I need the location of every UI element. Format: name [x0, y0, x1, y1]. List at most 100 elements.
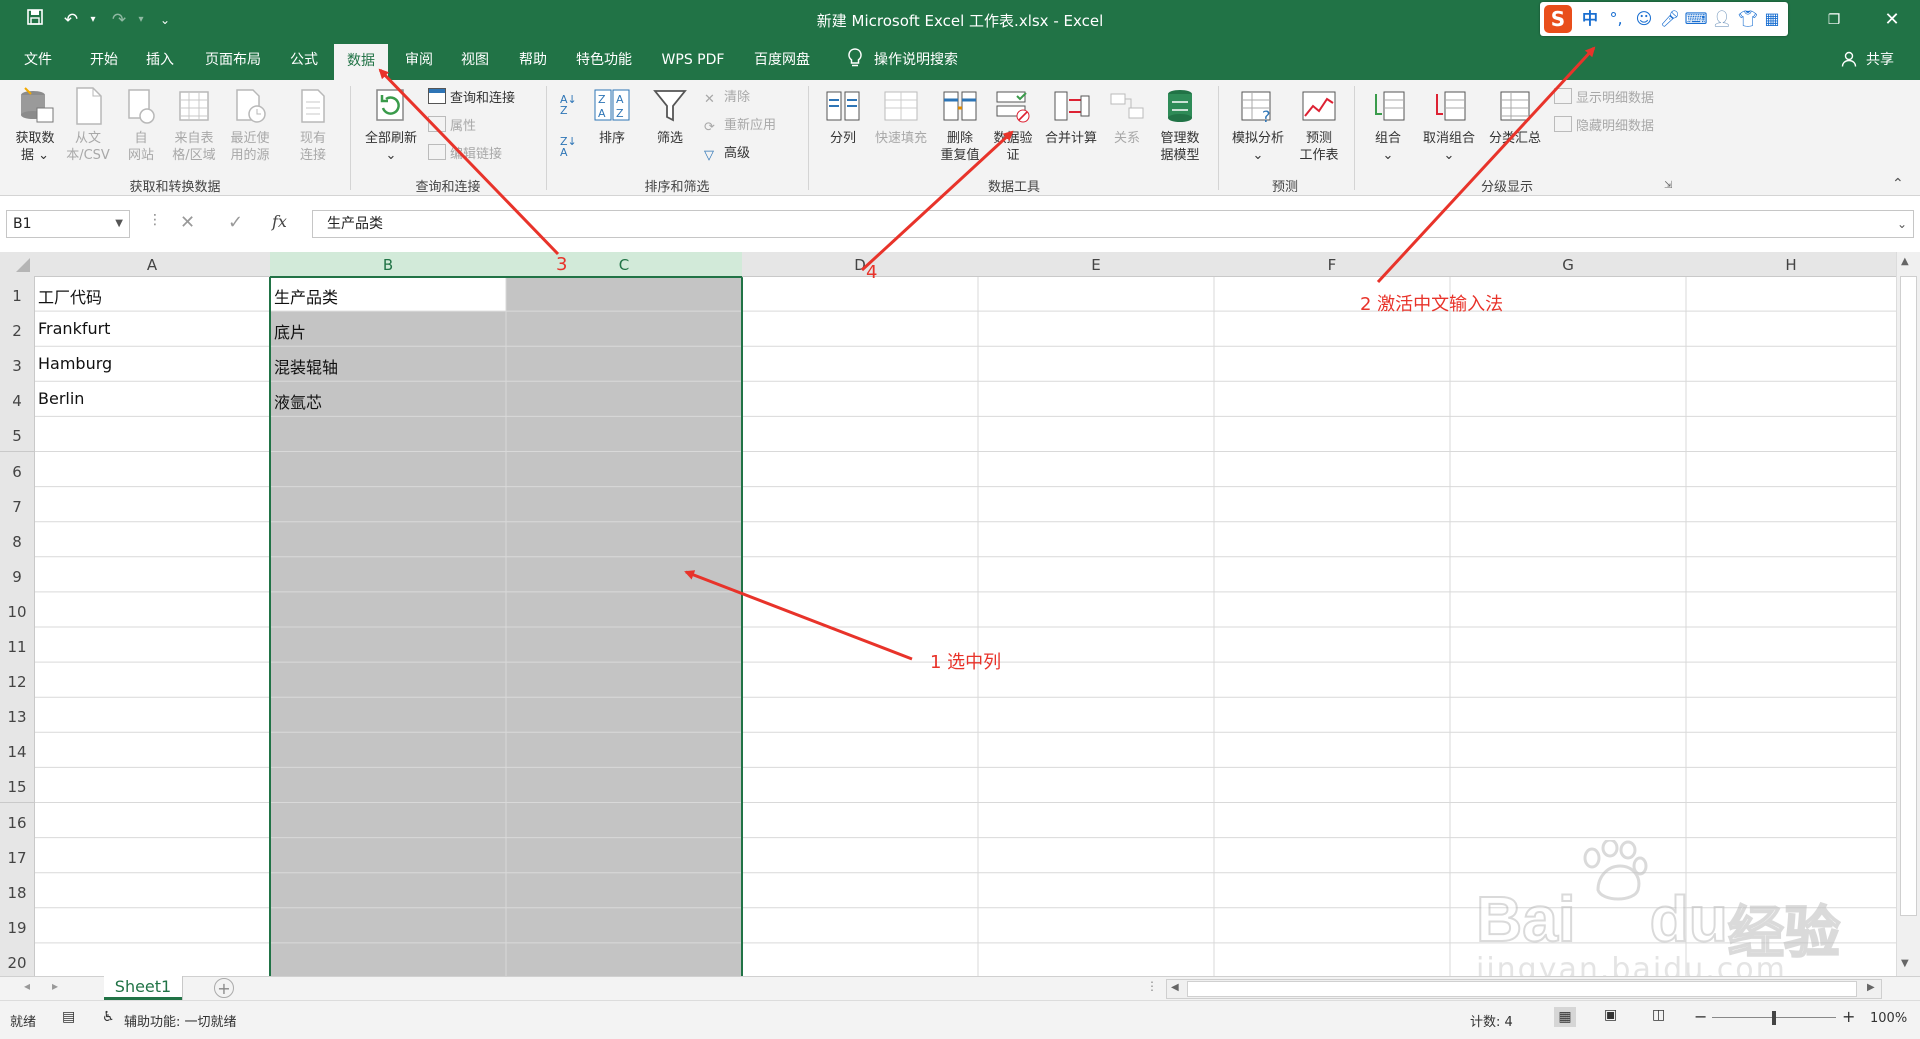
ungroup-button[interactable]: 取消组合 ⌄ — [1416, 86, 1482, 164]
row-header-17[interactable]: 17 — [0, 837, 35, 874]
data-validation-button[interactable]: 数据验 证 — [986, 86, 1040, 164]
row-header-6[interactable]: 6 — [0, 451, 35, 488]
sheet-tab-sheet1[interactable]: Sheet1 — [104, 976, 182, 1000]
dialog-launcher-icon[interactable]: ⇲ — [1664, 180, 1672, 191]
subtotal-button[interactable]: 分类汇总 — [1482, 86, 1548, 147]
macro-record-icon[interactable]: ▤ — [62, 1009, 75, 1025]
advanced-filter-button[interactable]: ▽ 高级 — [704, 144, 750, 164]
name-box[interactable]: B1 ▼ — [6, 210, 130, 238]
page-layout-view-icon[interactable]: ▣ — [1604, 1007, 1617, 1023]
tab-wps-pdf[interactable]: WPS PDF — [650, 40, 736, 80]
row-header-15[interactable]: 15 — [0, 767, 35, 804]
zoom-level[interactable]: 100% — [1870, 1011, 1907, 1026]
hide-detail-button[interactable]: 隐藏明细数据 — [1554, 116, 1654, 136]
share-button[interactable]: 共享 — [1860, 40, 1900, 80]
microphone-icon[interactable]: 🎤︎ — [1658, 8, 1682, 30]
prev-sheet-icon[interactable]: ◂ — [24, 979, 30, 993]
row-header-2[interactable]: 2 — [0, 311, 35, 348]
add-sheet-icon[interactable]: + — [214, 978, 234, 998]
select-all-corner[interactable] — [0, 252, 35, 277]
properties-button[interactable]: 属性 — [428, 116, 476, 136]
scroll-left-icon[interactable]: ◀ — [1171, 982, 1179, 993]
edit-links-button[interactable]: 编辑链接 — [428, 144, 502, 164]
column-header-a[interactable]: A — [34, 252, 271, 277]
page-break-view-icon[interactable]: ◫ — [1652, 1007, 1665, 1023]
tab-data[interactable]: 数据 — [334, 44, 388, 80]
tab-view[interactable]: 视图 — [448, 40, 502, 80]
formula-input[interactable]: 生产品类 ⌄ — [312, 210, 1914, 238]
ime-punct-label[interactable]: °, — [1604, 8, 1628, 30]
sogou-logo-icon[interactable]: S — [1544, 5, 1572, 33]
horizontal-scrollbar[interactable]: ◀ ▶ — [1166, 979, 1882, 999]
recent-sources-button[interactable]: 最近使 用的源 — [222, 86, 278, 164]
collapse-ribbon-icon[interactable]: ⌃ — [1892, 176, 1904, 192]
accessibility-icon[interactable]: ♿︎ — [102, 1009, 115, 1025]
from-web-button[interactable]: 自 网站 — [118, 86, 164, 164]
row-header-1[interactable]: 1 — [0, 276, 35, 313]
toolbox-icon[interactable]: ▦ — [1760, 8, 1784, 30]
next-sheet-icon[interactable]: ▸ — [52, 979, 58, 993]
manage-data-model-button[interactable]: 管理数 据模型 — [1152, 86, 1208, 164]
worksheet-grid[interactable]: A B C D E F G H 1 2 3 4 5 6 7 8 9 10 11 12 13 14 15 16 17 18 19 20 … — [0, 252, 1920, 976]
zoom-out-icon[interactable]: − — [1694, 1007, 1707, 1026]
column-header-e[interactable]: E — [978, 252, 1215, 277]
tab-page-layout[interactable]: 页面布局 — [192, 40, 274, 80]
sort-ascending-icon[interactable]: A↓ Z — [560, 94, 582, 118]
zoom-in-icon[interactable]: + — [1842, 1007, 1855, 1026]
column-header-c[interactable]: C — [506, 252, 743, 278]
row-header-9[interactable]: 9 — [0, 556, 35, 593]
cell-a3[interactable]: Hamburg — [35, 354, 112, 373]
more-options-icon[interactable]: ⋮ — [148, 212, 162, 228]
horizontal-scroll-thumb[interactable] — [1187, 981, 1857, 997]
status-accessibility[interactable]: 辅助功能: 一切就绪 — [124, 1011, 237, 1030]
row-header-20[interactable]: 20 — [0, 942, 35, 976]
tab-file[interactable]: 文件 — [10, 40, 66, 80]
tab-insert[interactable]: 插入 — [132, 40, 188, 80]
ime-toolbar[interactable]: S 中 °, ☺ 🎤︎ ⌨ 👤︎ 👕︎ ▦ — [1540, 2, 1788, 36]
cell-b4[interactable]: 液氩芯 — [271, 389, 322, 413]
sort-button[interactable]: ZAAZ 排序 — [588, 86, 636, 147]
existing-connections-button[interactable]: 现有 连接 — [288, 86, 338, 164]
row-header-5[interactable]: 5 — [0, 416, 35, 453]
row-header-11[interactable]: 11 — [0, 627, 35, 664]
cell-a2[interactable]: Frankfurt — [35, 319, 110, 338]
tab-baidu-netdisk[interactable]: 百度网盘 — [744, 40, 820, 80]
column-header-f[interactable]: F — [1214, 252, 1451, 277]
row-header-13[interactable]: 13 — [0, 697, 35, 734]
row-header-10[interactable]: 10 — [0, 591, 35, 628]
tab-formulas[interactable]: 公式 — [278, 40, 330, 80]
chevron-down-icon[interactable]: ▼ — [115, 211, 123, 237]
cancel-entry-icon[interactable]: ✕ — [180, 212, 195, 233]
row-header-14[interactable]: 14 — [0, 732, 35, 769]
confirm-entry-icon[interactable]: ✓ — [228, 212, 243, 233]
flash-fill-button[interactable]: 快速填充 — [868, 86, 934, 147]
lightbulb-icon[interactable] — [840, 40, 870, 80]
column-header-g[interactable]: G — [1450, 252, 1687, 277]
clear-filter-button[interactable]: ✕ 清除 — [704, 88, 750, 108]
row-header-16[interactable]: 16 — [0, 802, 35, 839]
tab-help[interactable]: 帮助 — [506, 40, 560, 80]
consolidate-button[interactable]: 合并计算 — [1040, 86, 1102, 147]
get-data-button[interactable]: 获取数据 ⌄ — [8, 86, 62, 164]
skin-icon[interactable]: 👕︎ — [1736, 8, 1760, 30]
remove-duplicates-button[interactable]: 删除 重复值 — [934, 86, 986, 164]
emoji-icon[interactable]: ☺ — [1632, 8, 1656, 30]
tab-special-features[interactable]: 特色功能 — [566, 40, 642, 80]
restore-icon[interactable]: ❐ — [1806, 0, 1862, 40]
row-header-8[interactable]: 8 — [0, 521, 35, 558]
scroll-down-icon[interactable]: ▼ — [1901, 958, 1909, 969]
from-csv-button[interactable]: 从文 本/CSV — [62, 86, 114, 164]
row-header-3[interactable]: 3 — [0, 346, 35, 383]
tab-review[interactable]: 审阅 — [392, 40, 446, 80]
scroll-up-icon[interactable]: ▲ — [1901, 256, 1909, 267]
share-user-icon[interactable] — [1838, 40, 1860, 80]
tell-me-search[interactable]: 操作说明搜索 — [874, 40, 970, 80]
cell-b2[interactable]: 底片 — [271, 319, 306, 343]
relationships-button[interactable]: 关系 — [1104, 86, 1150, 147]
cell-b1[interactable]: 生产品类 — [271, 284, 338, 308]
zoom-slider-thumb[interactable] — [1772, 1011, 1776, 1025]
insert-function-icon[interactable]: fx — [272, 212, 287, 231]
from-table-button[interactable]: 来自表 格/区域 — [166, 86, 222, 164]
reapply-button[interactable]: ⟳ 重新应用 — [704, 116, 776, 136]
tab-home[interactable]: 开始 — [76, 40, 132, 80]
